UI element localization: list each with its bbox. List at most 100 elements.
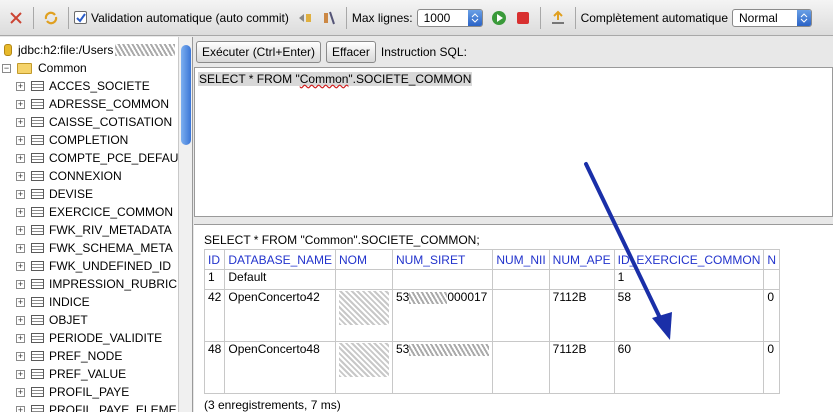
cell-id-exercice[interactable]: 60 bbox=[613, 341, 765, 394]
disconnect-icon[interactable] bbox=[7, 9, 25, 27]
table-row[interactable]: 1 Default 1 bbox=[203, 269, 781, 290]
cell-num-ape[interactable] bbox=[548, 269, 615, 290]
expand-icon[interactable]: + bbox=[16, 171, 25, 181]
tree-connection[interactable]: jdbc:h2:file:/Users bbox=[0, 41, 192, 59]
table-row[interactable]: 48 OpenConcerto48 53 7112B 60 0 bbox=[203, 341, 781, 394]
tree-table-item[interactable]: + FWK_SCHEMA_META bbox=[0, 239, 192, 257]
column-header[interactable]: ID bbox=[203, 249, 226, 270]
cell-num-siret[interactable] bbox=[391, 269, 494, 290]
cell-n[interactable]: 0 bbox=[763, 341, 781, 394]
cell-nom[interactable] bbox=[334, 289, 393, 342]
collapse-icon[interactable]: − bbox=[2, 63, 11, 73]
table-icon bbox=[31, 81, 44, 91]
tree-table-item[interactable]: + COMPLETION bbox=[0, 131, 192, 149]
expand-icon[interactable]: + bbox=[16, 225, 25, 235]
execute-button[interactable]: Exécuter (Ctrl+Enter) bbox=[196, 41, 322, 63]
cell-n[interactable]: 0 bbox=[763, 289, 781, 342]
tree-table-label: CONNEXION bbox=[49, 169, 122, 183]
tree-scrollbar[interactable] bbox=[178, 37, 192, 412]
column-header[interactable]: NUM_SIRET bbox=[391, 249, 494, 270]
cell-num-ape[interactable]: 7112B bbox=[548, 341, 615, 394]
tree-table-item[interactable]: + CONNEXION bbox=[0, 167, 192, 185]
cell-id[interactable]: 42 bbox=[203, 289, 226, 342]
expand-icon[interactable]: + bbox=[16, 207, 25, 217]
tree-table-item[interactable]: + PREF_NODE bbox=[0, 347, 192, 365]
table-icon bbox=[31, 297, 44, 307]
cell-nom[interactable] bbox=[334, 269, 393, 290]
expand-icon[interactable]: + bbox=[16, 243, 25, 253]
expand-icon[interactable]: + bbox=[16, 351, 25, 361]
max-rows-select[interactable]: 1000 bbox=[416, 8, 483, 27]
tree-schema[interactable]: − Common bbox=[0, 59, 192, 77]
expand-icon[interactable]: + bbox=[16, 117, 25, 127]
expand-icon[interactable]: + bbox=[16, 369, 25, 379]
clear-button[interactable]: Effacer bbox=[326, 41, 376, 63]
cell-num-nii[interactable] bbox=[492, 289, 550, 342]
expand-icon[interactable]: + bbox=[16, 333, 25, 343]
cell-database-name[interactable]: OpenConcerto42 bbox=[224, 289, 336, 342]
tree-table-item[interactable]: + ACCES_SOCIETE bbox=[0, 77, 192, 95]
results-footer: (3 enregistrements, 7 ms) bbox=[204, 398, 341, 412]
table-row[interactable]: 42 OpenConcerto42 53 000017 7112B 58 0 bbox=[203, 289, 781, 342]
expand-icon[interactable]: + bbox=[16, 297, 25, 307]
commit-icon[interactable] bbox=[320, 9, 338, 27]
cell-num-nii[interactable] bbox=[492, 269, 550, 290]
history-icon[interactable] bbox=[549, 9, 567, 27]
cell-id-exercice[interactable]: 1 bbox=[613, 269, 765, 290]
run-icon[interactable] bbox=[490, 9, 508, 27]
expand-icon[interactable]: + bbox=[16, 315, 25, 325]
tree-table-item[interactable]: + EXERCICE_COMMON bbox=[0, 203, 192, 221]
tree-table-item[interactable]: + PROFIL_PAYE_ELEME bbox=[0, 401, 192, 412]
column-header[interactable]: N bbox=[763, 249, 781, 270]
autocomplete-select[interactable]: Normal bbox=[732, 8, 813, 27]
tree-table-item[interactable]: + CAISSE_COTISATION bbox=[0, 113, 192, 131]
cell-id[interactable]: 48 bbox=[203, 341, 226, 394]
tree-table-item[interactable]: + ADRESSE_COMMON bbox=[0, 95, 192, 113]
tree-table-item[interactable]: + INDICE bbox=[0, 293, 192, 311]
sql-editor[interactable]: SELECT * FROM "Common".SOCIETE_COMMON bbox=[194, 67, 833, 217]
column-header[interactable]: DATABASE_NAME bbox=[224, 249, 336, 270]
column-header[interactable]: NOM bbox=[334, 249, 393, 270]
expand-icon[interactable]: + bbox=[16, 279, 25, 289]
cell-num-siret[interactable]: 53 bbox=[391, 341, 494, 394]
column-header[interactable]: NUM_NII bbox=[492, 249, 550, 270]
expand-icon[interactable]: + bbox=[16, 261, 25, 271]
cell-database-name[interactable]: OpenConcerto48 bbox=[224, 341, 336, 394]
stop-icon[interactable] bbox=[514, 9, 532, 27]
cell-id-exercice[interactable]: 58 bbox=[613, 289, 765, 342]
autocomplete-label: Complètement automatique bbox=[580, 10, 729, 25]
cell-id[interactable]: 1 bbox=[203, 269, 226, 290]
cell-nom[interactable] bbox=[334, 341, 393, 394]
tree-table-item[interactable]: + COMPTE_PCE_DEFAU bbox=[0, 149, 192, 167]
cell-num-nii[interactable] bbox=[492, 341, 550, 394]
redacted-path bbox=[115, 44, 176, 56]
column-header[interactable]: ID_EXERCICE_COMMON bbox=[613, 249, 765, 270]
cell-num-ape[interactable]: 7112B bbox=[548, 289, 615, 342]
tree-table-item[interactable]: + PREF_VALUE bbox=[0, 365, 192, 383]
scrollbar-thumb[interactable] bbox=[181, 45, 191, 145]
expand-icon[interactable]: + bbox=[16, 405, 25, 412]
tree-table-label: COMPTE_PCE_DEFAU bbox=[49, 151, 179, 165]
expand-icon[interactable]: + bbox=[16, 81, 25, 91]
tree-table-item[interactable]: + OBJET bbox=[0, 311, 192, 329]
table-icon bbox=[31, 189, 44, 199]
tree-table-item[interactable]: + PERIODE_VALIDITE bbox=[0, 329, 192, 347]
cell-n[interactable] bbox=[763, 269, 781, 290]
expand-icon[interactable]: + bbox=[16, 99, 25, 109]
cell-num-siret[interactable]: 53 000017 bbox=[391, 289, 494, 342]
column-header[interactable]: NUM_APE bbox=[548, 249, 615, 270]
expand-icon[interactable]: + bbox=[16, 135, 25, 145]
refresh-icon[interactable] bbox=[42, 9, 60, 27]
cell-database-name[interactable]: Default bbox=[224, 269, 336, 290]
tree-table-item[interactable]: + FWK_UNDEFINED_ID bbox=[0, 257, 192, 275]
tree-table-item[interactable]: + IMPRESSION_RUBRIC bbox=[0, 275, 192, 293]
expand-icon[interactable]: + bbox=[16, 153, 25, 163]
expand-icon[interactable]: + bbox=[16, 387, 25, 397]
rollback-icon[interactable] bbox=[296, 9, 314, 27]
tree-table-label: FWK_SCHEMA_META bbox=[49, 241, 173, 255]
tree-table-item[interactable]: + FWK_RIV_METADATA bbox=[0, 221, 192, 239]
tree-table-item[interactable]: + DEVISE bbox=[0, 185, 192, 203]
tree-table-item[interactable]: + PROFIL_PAYE bbox=[0, 383, 192, 401]
expand-icon[interactable]: + bbox=[16, 189, 25, 199]
autocommit-checkbox[interactable] bbox=[74, 11, 87, 24]
